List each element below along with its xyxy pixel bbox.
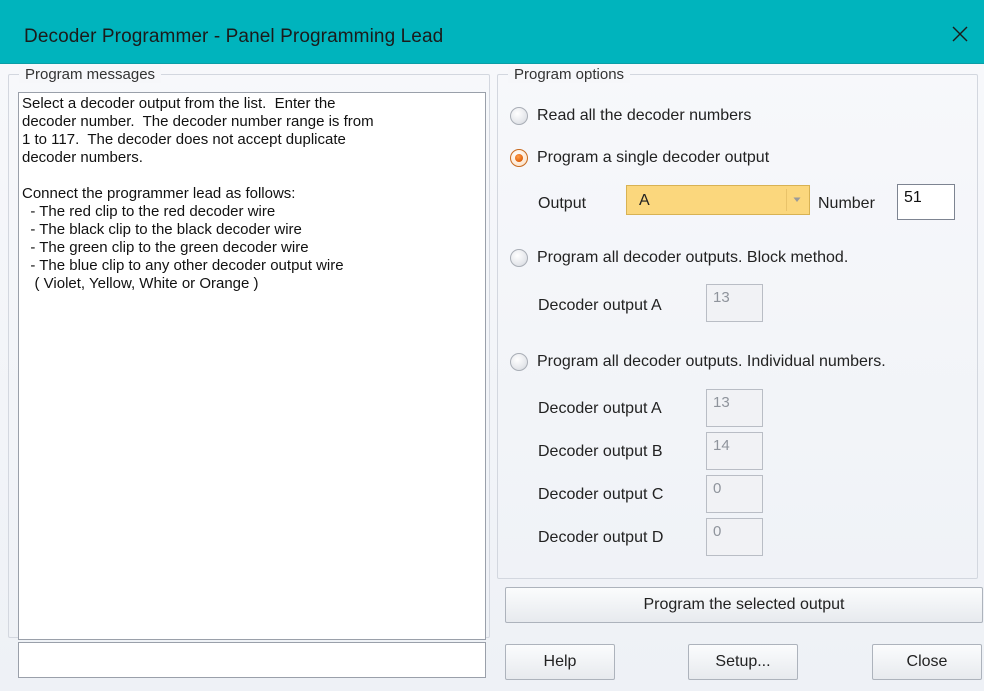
radio-program-single-circle[interactable] (510, 149, 528, 167)
close-icon (952, 26, 968, 42)
window-title: Decoder Programmer - Panel Programming L… (24, 26, 444, 47)
program-messages-legend: Program messages (19, 66, 162, 83)
individual-output-d-label: Decoder output D (538, 529, 664, 546)
individual-output-a-label: Decoder output A (538, 400, 662, 417)
individual-output-b-label: Decoder output B (538, 443, 663, 460)
radio-program-single-label: Program a single decoder output (537, 149, 770, 166)
number-input[interactable]: 51 (897, 184, 955, 220)
radio-individual-numbers-circle[interactable] (510, 353, 528, 371)
block-output-input[interactable]: 13 (706, 284, 763, 322)
radio-read-all-circle[interactable] (510, 107, 528, 125)
help-button[interactable]: Help (505, 644, 615, 680)
radio-read-all[interactable]: Read all the decoder numbers (510, 107, 751, 125)
title-bar: Decoder Programmer - Panel Programming L… (0, 0, 984, 64)
radio-block-method-circle[interactable] (510, 249, 528, 267)
individual-output-d-input[interactable]: 0 (706, 518, 763, 556)
number-label: Number (818, 195, 875, 212)
radio-program-single[interactable]: Program a single decoder output (510, 149, 769, 167)
radio-read-all-label: Read all the decoder numbers (537, 107, 752, 124)
individual-output-a-input[interactable]: 13 (706, 389, 763, 427)
messages-paragraph-2: Connect the programmer lead as follows: … (22, 185, 344, 292)
output-label: Output (538, 195, 587, 212)
radio-individual-numbers-label: Program all decoder outputs. Individual … (537, 353, 886, 370)
output-selected-value: A (639, 192, 650, 209)
radio-individual-numbers[interactable]: Program all decoder outputs. Individual … (510, 353, 886, 371)
window-close-button[interactable] (948, 22, 972, 46)
program-messages-textarea[interactable]: Select a decoder output from the list. E… (18, 92, 486, 640)
output-dropdown-button[interactable] (786, 189, 806, 211)
messages-paragraph-1: Select a decoder output from the list. E… (22, 95, 374, 166)
individual-output-c-label: Decoder output C (538, 486, 664, 503)
block-output-label: Decoder output A (538, 297, 662, 314)
close-button[interactable]: Close (872, 644, 982, 680)
radio-block-method-label: Program all decoder outputs. Block metho… (537, 249, 849, 266)
individual-output-c-input[interactable]: 0 (706, 475, 763, 513)
output-select[interactable]: A (626, 185, 810, 215)
setup-button[interactable]: Setup... (688, 644, 798, 680)
chevron-down-icon (793, 197, 800, 202)
dialog-body: Program messages Select a decoder output… (0, 64, 984, 691)
program-options-legend: Program options (508, 66, 631, 83)
radio-block-method[interactable]: Program all decoder outputs. Block metho… (510, 249, 848, 267)
individual-output-b-input[interactable]: 14 (706, 432, 763, 470)
program-selected-output-button[interactable]: Program the selected output (505, 587, 983, 623)
status-field[interactable] (18, 642, 486, 678)
